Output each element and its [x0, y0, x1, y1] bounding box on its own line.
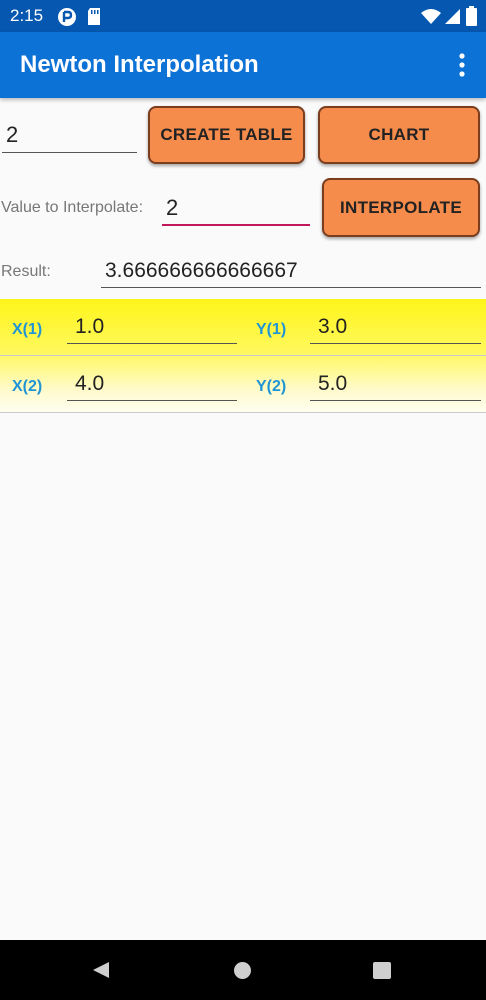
interpolate-button[interactable]: INTERPOLATE — [322, 178, 480, 237]
wifi-icon — [421, 9, 441, 24]
x1-input[interactable] — [67, 310, 237, 344]
row-divider — [0, 412, 486, 413]
recents-icon[interactable] — [373, 962, 391, 979]
more-vert-icon[interactable] — [454, 52, 470, 78]
status-bar: 2:15 — [0, 0, 486, 32]
back-icon[interactable] — [92, 961, 110, 979]
y1-label: Y(1) — [256, 321, 287, 338]
points-count-input[interactable] — [2, 118, 137, 153]
y1-input[interactable] — [310, 310, 481, 344]
app-bar: Newton Interpolation — [0, 32, 486, 98]
status-time: 2:15 — [10, 6, 44, 25]
result-label: Result: — [1, 263, 51, 280]
create-table-button[interactable]: CREATE TABLE — [148, 106, 305, 164]
value-to-interpolate-label: Value to Interpolate: — [1, 199, 144, 216]
y2-label: Y(2) — [256, 378, 287, 395]
y2-input[interactable] — [310, 367, 481, 401]
app-screen: 2:15 Newton Interpolation 2 CREATE TABLE… — [0, 0, 486, 1000]
data-table: X(1) Y(1) X(2) Y(2) — [0, 299, 486, 413]
row-divider — [0, 355, 486, 356]
home-icon[interactable] — [233, 961, 252, 980]
sd-card-icon — [88, 8, 100, 25]
x2-input[interactable] — [67, 367, 237, 401]
app-notification-icon — [58, 8, 76, 26]
signal-icon — [445, 9, 460, 24]
result-field[interactable] — [101, 255, 481, 288]
value-to-interpolate-input[interactable] — [162, 192, 310, 226]
chart-button[interactable]: CHART — [318, 106, 480, 164]
app-title: Newton Interpolation — [20, 51, 259, 78]
x1-label: X(1) — [12, 321, 43, 338]
battery-icon — [466, 6, 477, 26]
x2-label: X(2) — [12, 378, 43, 395]
